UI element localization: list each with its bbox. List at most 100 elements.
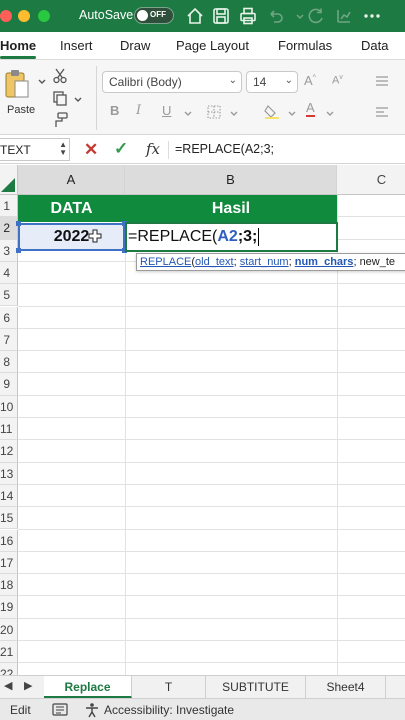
row-header[interactable]: 4 [0, 261, 18, 285]
sheet-tab-t[interactable]: T [132, 676, 206, 698]
decrease-font-size-icon[interactable]: Av [332, 74, 348, 90]
zoom-window-button[interactable] [38, 10, 50, 22]
italic-button[interactable]: I [136, 103, 141, 118]
chart-icon[interactable] [334, 6, 354, 26]
sheet-tab-subtitute[interactable]: SUBTITUTE [206, 676, 306, 698]
borders-dropdown-icon[interactable] [226, 106, 238, 122]
select-all-corner[interactable] [0, 165, 18, 195]
row-header[interactable]: 7 [0, 328, 18, 352]
accessibility-icon[interactable] [84, 702, 100, 718]
function-tooltip: REPLACE(old_text; start_num; num_chars; … [136, 253, 405, 271]
underline-dropdown-icon[interactable] [180, 106, 192, 122]
row-gridline [18, 528, 405, 530]
print-icon[interactable] [238, 6, 258, 26]
row-header[interactable]: 13 [0, 462, 18, 485]
tab-data[interactable]: Data [361, 38, 388, 53]
row-header[interactable]: 19 [0, 596, 18, 619]
close-window-button[interactable] [0, 10, 12, 22]
paste-dropdown-icon[interactable] [34, 74, 46, 90]
font-name-value: Calibri (Body) [109, 75, 182, 89]
fill-color-dropdown-icon[interactable] [284, 106, 296, 122]
tab-home[interactable]: Home [0, 38, 36, 53]
name-box[interactable]: TEXT ▲ ▼ [0, 138, 70, 161]
cut-icon[interactable] [52, 68, 68, 84]
range-handle[interactable] [16, 221, 21, 226]
save-icon[interactable] [211, 6, 231, 26]
font-color-dropdown-icon[interactable] [322, 106, 334, 122]
arg-start-num[interactable]: start_num [240, 256, 289, 268]
arg-new-text[interactable]: new_te [360, 256, 395, 268]
row-gridline [18, 662, 405, 664]
minimize-window-button[interactable] [18, 10, 30, 22]
row-header[interactable]: 22 [0, 663, 18, 675]
row-header[interactable]: 1 [0, 195, 18, 218]
status-bar: Edit Accessibility: Investigate [0, 698, 405, 720]
row-header[interactable]: 9 [0, 373, 18, 396]
row-header[interactable]: 17 [0, 551, 18, 575]
formula-divider [168, 141, 169, 159]
font-name-select[interactable]: Calibri (Body) ⌄ [102, 71, 242, 93]
confirm-formula-button[interactable]: ✓ [114, 139, 128, 159]
align-left-icon[interactable] [374, 104, 390, 120]
toggle-knob [137, 10, 148, 21]
cell-a1[interactable]: DATA [18, 195, 125, 222]
paste-icon[interactable] [4, 68, 30, 100]
bold-button[interactable]: B [110, 103, 119, 118]
row-header[interactable]: 14 [0, 484, 18, 508]
tab-draw[interactable]: Draw [120, 38, 150, 53]
row-header[interactable]: 5 [0, 284, 18, 307]
row-header[interactable]: 16 [0, 529, 18, 552]
accessibility-status[interactable]: Accessibility: Investigate [104, 703, 234, 717]
column-header-a[interactable]: A [18, 165, 125, 195]
row-header[interactable]: 12 [0, 440, 18, 463]
row-header[interactable]: 15 [0, 507, 18, 530]
paste-label[interactable]: Paste [7, 104, 35, 116]
font-size-select[interactable]: 14 ⌄ [246, 71, 298, 93]
spreadsheet-grid[interactable]: A B C 1 2 3 4 5 6 7 8 9 10 11 12 13 14 15 16 17 18 19 20 21 2… [0, 165, 405, 675]
borders-icon[interactable] [206, 104, 222, 120]
row-header[interactable]: 21 [0, 641, 18, 664]
row-header[interactable]: 10 [0, 395, 18, 418]
sheet-prev-icon[interactable]: ◀ [4, 679, 12, 692]
undo-icon[interactable] [266, 6, 286, 26]
copy-icon[interactable] [52, 90, 68, 106]
autosave-toggle[interactable]: OFF [134, 7, 174, 24]
more-icon[interactable] [362, 6, 382, 26]
function-help-link[interactable]: REPLACE [140, 256, 191, 268]
increase-font-size-icon[interactable]: A^ [304, 73, 320, 89]
row-header[interactable]: 18 [0, 574, 18, 597]
column-header-c[interactable]: C [337, 165, 405, 195]
align-lines-icon[interactable] [374, 73, 390, 89]
arg-old-text[interactable]: old_text [195, 256, 234, 268]
row-header[interactable]: 8 [0, 351, 18, 374]
underline-button[interactable]: U [162, 103, 171, 118]
name-box-stepper-icon[interactable]: ▲ ▼ [59, 141, 67, 157]
undo-dropdown-icon[interactable] [290, 6, 304, 26]
row-header[interactable]: 11 [0, 418, 18, 441]
macro-record-icon[interactable] [52, 702, 68, 717]
tab-formulas[interactable]: Formulas [278, 38, 332, 53]
arg-num-chars[interactable]: num_chars [295, 256, 354, 268]
font-color-button[interactable]: A [306, 101, 315, 117]
cell-a2[interactable]: 2022 [16, 221, 127, 253]
sheet-tab-sheet4[interactable]: Sheet4 [306, 676, 386, 698]
insert-function-button[interactable]: fx [146, 140, 160, 158]
range-handle[interactable] [16, 248, 21, 253]
column-header-b[interactable]: B [125, 165, 337, 195]
redo-icon[interactable] [306, 6, 326, 26]
format-painter-icon[interactable] [52, 112, 68, 128]
formula-input[interactable]: =REPLACE(A2;3; [175, 142, 274, 156]
copy-dropdown-icon[interactable] [70, 92, 82, 108]
tab-insert[interactable]: Insert [60, 38, 93, 53]
home-icon[interactable] [185, 6, 205, 26]
row-header[interactable]: 6 [0, 306, 18, 329]
row-header[interactable]: 20 [0, 618, 18, 641]
formula-reference: A2 [217, 228, 238, 245]
sheet-next-icon[interactable]: ▶ [24, 679, 32, 692]
tab-page-layout[interactable]: Page Layout [176, 38, 249, 53]
cell-b1[interactable]: Hasil [125, 195, 337, 222]
cancel-formula-button[interactable]: ✕ [84, 140, 98, 160]
sheet-tab-replace[interactable]: Replace [44, 676, 132, 698]
fill-color-icon[interactable] [264, 103, 280, 119]
cell-b2-editor[interactable]: =REPLACE(A2;3; [125, 222, 338, 252]
